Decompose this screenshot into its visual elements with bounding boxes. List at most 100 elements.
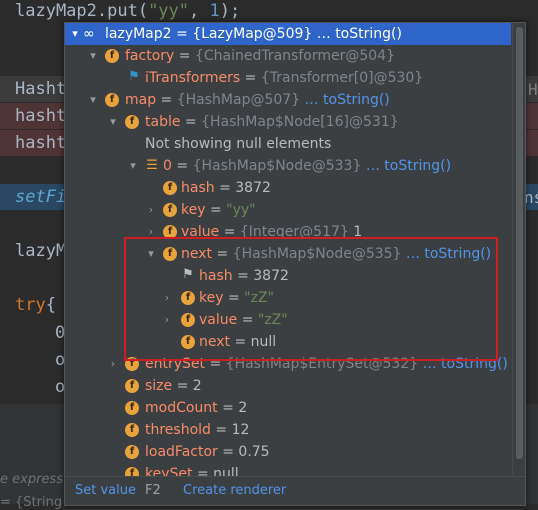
tree-row-key[interactable]: › f key = "yy" [65,199,511,221]
tree-row-factory[interactable]: ▾ f factory = {ChainedTransformer@504} [65,45,511,67]
popup-footer: Set value F2 Create renderer [65,476,525,505]
var-value: "yy" [226,202,256,218]
var-name: key [181,202,206,218]
var-name: 0 [163,158,172,174]
tree-row-value[interactable]: › f value = {Integer@517} 1 [65,221,511,243]
right-hint-ns: ns [524,188,538,207]
code-line-lazym: lazyM [0,238,66,264]
var-value: 12 [231,422,250,438]
code-text: { [45,295,56,315]
var-value: {LazyMap@509} [192,26,313,42]
flag-icon: ⚑ [128,69,140,84]
var-value: "zZ" [244,290,274,306]
tree-row-next-next[interactable]: f next = null [65,331,511,353]
code-text: hasht [15,106,67,126]
null-elements-note: Not showing null elements [145,136,332,152]
equals-sign: = [230,334,251,350]
tree-row-next-hash[interactable]: ⚑ hash = 3872 [65,265,511,287]
equals-sign: = [205,202,227,218]
code-text: lazyM [15,241,67,261]
tree-row-node-0[interactable]: ▾ ☰ 0 = {HashMap$Node@533} … toString() [65,155,511,177]
equals-sign: = [212,246,233,262]
expand-arrow-icon[interactable]: ▾ [69,23,81,45]
tree-row-entryset[interactable]: › f entrySet = {HashMap$EntrySet@532} … … [65,353,511,375]
var-name: factory [125,48,175,64]
equals-sign: = [172,378,193,394]
field-icon: f [163,203,177,217]
field-icon: f [125,115,139,129]
equals-sign: = [205,356,226,372]
collapse-arrow-icon[interactable]: › [161,287,173,309]
tree-row-lazymap2[interactable]: ▾ ∞ lazyMap2 = {LazyMap@509} … toString(… [65,23,511,45]
equals-sign: = [217,400,239,416]
equals-sign: = [171,158,193,174]
var-name: size [145,378,173,394]
code-number: 1 [209,1,220,21]
tree-row-table[interactable]: ▾ f table = {HashMap$Node[16]@531} [65,111,511,133]
var-name: entrySet [145,356,206,372]
var-value: {HashMap$EntrySet@532} [225,356,419,372]
equals-sign: = [210,422,232,438]
to-string-link[interactable]: … toString() [401,246,491,262]
var-value: {HashMap@507} [176,92,301,108]
equals-sign: = [237,312,258,328]
tree-row-next[interactable]: ▾ f next = {HashMap$Node@535} … toString… [65,243,511,265]
collapse-arrow-icon[interactable]: › [145,199,157,221]
tree-row-hash[interactable]: f hash = 3872 [65,177,511,199]
code-line-o2: o [0,347,65,373]
expand-arrow-icon[interactable]: ▾ [87,45,99,67]
tree-row-itransformers[interactable]: ⚑ iTransformers = {Transformer[0]@530} [65,67,511,89]
field-icon: f [125,379,139,393]
tree-row-map[interactable]: ▾ f map = {HashMap@507} … toString() [65,89,511,111]
var-name: threshold [145,422,211,438]
tree-row-next-key[interactable]: › f key = "zZ" [65,287,511,309]
code-line-o3: o [0,374,65,400]
string-hint: = {String [0,495,63,510]
collapse-arrow-icon[interactable]: › [107,353,119,375]
equals-sign: = [219,224,240,240]
tree-row-size[interactable]: f size = 2 [65,375,511,397]
var-value: {HashMap$Node@535} [232,246,402,262]
field-icon: f [105,93,119,107]
tree-row-modcount[interactable]: f modCount = 2 [65,397,511,419]
expand-arrow-icon[interactable]: ▾ [127,155,139,177]
var-value: null [250,334,277,350]
tree-row-threshold[interactable]: f threshold = 12 [65,419,511,441]
create-renderer-link[interactable]: Create renderer [183,483,286,498]
equals-sign: = [156,92,177,108]
var-value-plain: 1 [348,224,363,240]
var-name: map [125,92,157,108]
var-name: next [199,334,231,350]
expand-arrow-icon[interactable]: ▾ [87,89,99,111]
to-string-link[interactable]: … toString() [300,92,390,108]
vertical-scrollbar[interactable] [512,23,525,475]
expand-arrow-icon[interactable]: ▾ [145,243,157,265]
var-value: 2 [238,400,248,416]
var-name: value [181,224,220,240]
var-name: modCount [145,400,218,416]
set-value-shortcut: F2 [145,483,161,498]
equals-sign: = [223,290,245,306]
scrollbar-thumb[interactable] [516,27,523,459]
equals-sign: = [217,444,239,460]
to-string-link[interactable]: … toString() [312,26,402,42]
var-value: {Integer@517} [239,224,349,240]
set-value-link[interactable]: Set value [75,483,136,498]
to-string-link[interactable]: … toString() [361,158,451,174]
var-value: 3872 [253,268,289,284]
tree-row-loadfactor[interactable]: f loadFactor = 0.75 [65,441,511,463]
expression-hint: e express [0,472,63,487]
field-icon: f [181,335,195,349]
var-name: lazyMap2 [105,26,172,42]
collapse-arrow-icon[interactable]: › [161,309,173,331]
array-element-icon: ☰ [146,158,158,173]
var-value: {Transformer[0]@530} [260,70,424,86]
expand-arrow-icon[interactable]: ▾ [107,111,119,133]
tree-row-next-value[interactable]: › f value = "zZ" [65,309,511,331]
var-name: loadFactor [145,444,218,460]
to-string-link[interactable]: … toString() [418,356,508,372]
code-keyword: try [15,295,46,315]
var-value: 0.75 [238,444,270,460]
collapse-arrow-icon[interactable]: › [145,221,157,243]
code-line-try: try{ [0,292,56,318]
